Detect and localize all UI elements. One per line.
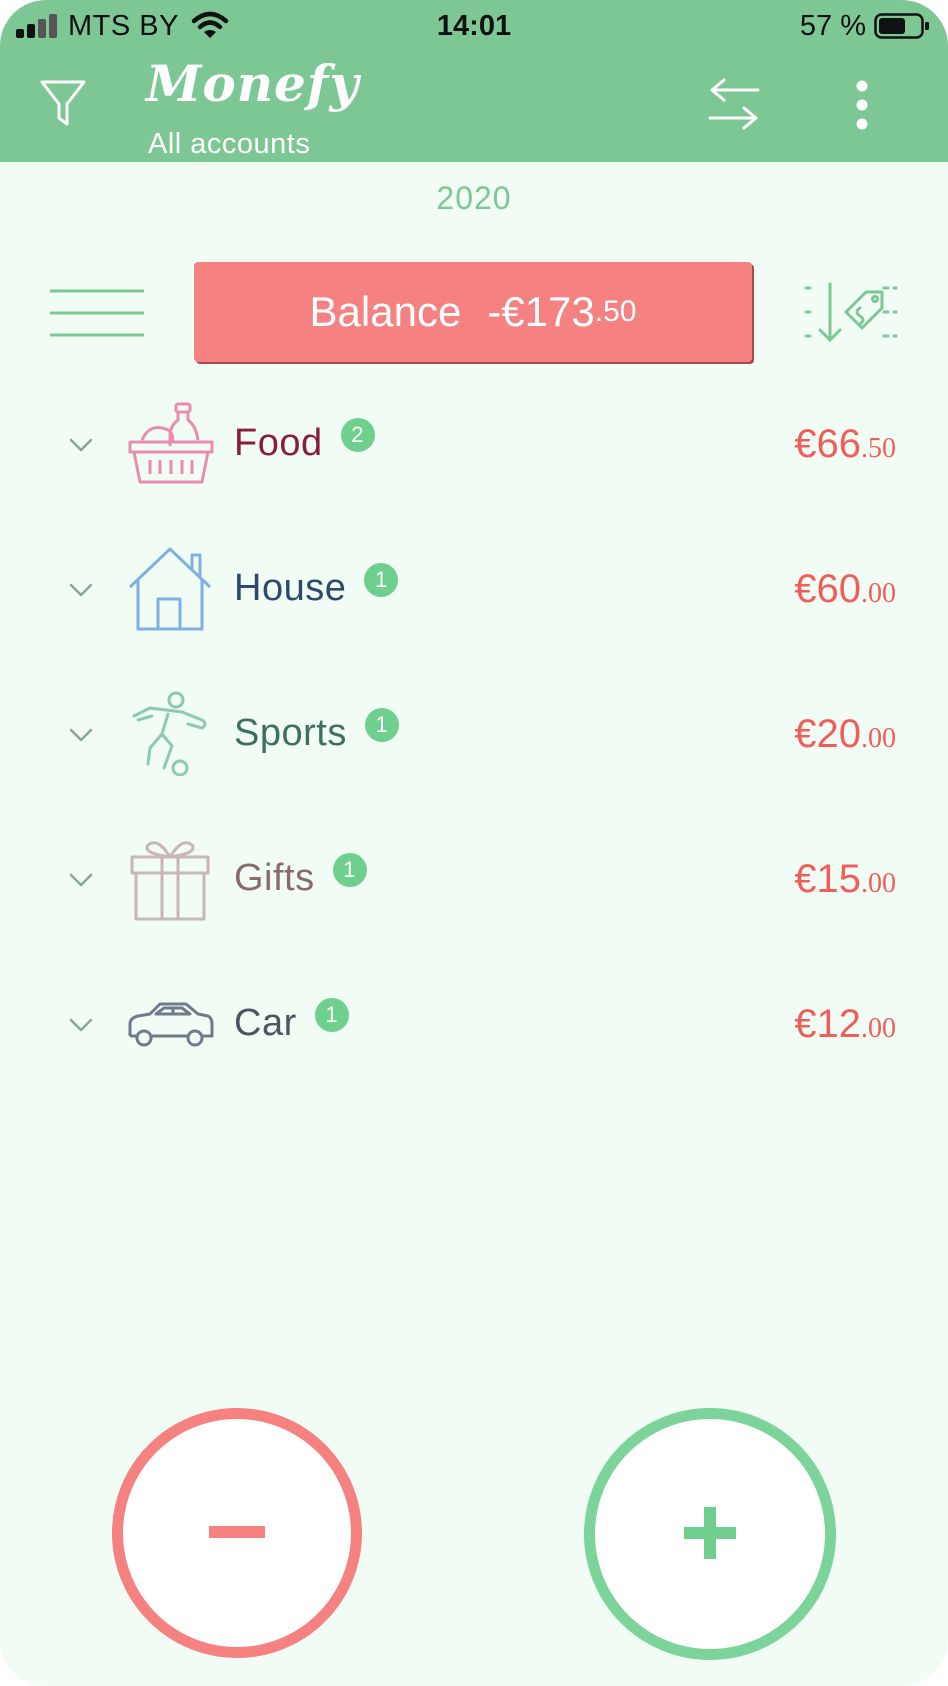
balance-button[interactable]: Balance -€173.50 <box>194 262 752 362</box>
category-amount: €66.50 <box>794 422 896 466</box>
period-label[interactable]: 2020 <box>0 180 948 217</box>
category-row-sports[interactable]: Sports 1 €20.00 <box>0 670 948 815</box>
header: MTS BY 14:01 57 % Monefy All accounts <box>0 0 948 162</box>
house-icon <box>128 547 212 631</box>
category-amount: €20.00 <box>794 712 896 756</box>
filter-icon[interactable] <box>38 76 88 132</box>
transaction-count-badge: 1 <box>332 853 367 887</box>
more-options-icon[interactable] <box>848 80 876 130</box>
transaction-count-badge: 1 <box>364 708 399 742</box>
category-list: Food 2 €66.50 House 1 €60.00 Sports 1 €2… <box>0 380 948 1105</box>
category-row-car[interactable]: Car 1 €12.00 <box>0 960 948 1105</box>
category-amount: €15.00 <box>794 857 896 901</box>
category-row-food[interactable]: Food 2 €66.50 <box>0 380 948 525</box>
gift-icon <box>130 841 210 921</box>
category-row-house[interactable]: House 1 €60.00 <box>0 525 948 670</box>
add-expense-button[interactable] <box>112 1408 362 1658</box>
basket-icon <box>128 402 214 484</box>
transaction-count-badge: 1 <box>364 563 399 597</box>
category-amount: €12.00 <box>794 1002 896 1046</box>
car-icon <box>128 1002 214 1047</box>
battery-icon <box>874 13 929 39</box>
balance-amount: -€173 <box>487 288 595 335</box>
status-bar: MTS BY 14:01 57 % <box>0 0 948 52</box>
balance-cents: .50 <box>594 295 637 328</box>
balance-label: Balance <box>309 288 462 335</box>
chevron-down-icon[interactable] <box>68 581 94 599</box>
sort-by-amount-icon[interactable] <box>802 282 898 344</box>
transaction-count-badge: 1 <box>314 998 349 1032</box>
transaction-count-badge: 2 <box>340 418 375 452</box>
category-name: House <box>234 567 347 609</box>
app-logo: Monefy <box>146 54 360 113</box>
category-amount: €60.00 <box>794 567 896 611</box>
category-name: Food <box>234 422 323 464</box>
category-name: Sports <box>234 712 347 754</box>
chevron-down-icon[interactable] <box>68 1016 94 1034</box>
transfer-icon[interactable] <box>706 76 762 132</box>
chevron-down-icon[interactable] <box>68 726 94 744</box>
category-name: Gifts <box>234 857 315 899</box>
minus-icon <box>209 1526 265 1538</box>
chevron-down-icon[interactable] <box>68 436 94 454</box>
battery-percentage: 57 % <box>799 10 866 42</box>
account-selector[interactable]: All accounts <box>148 128 310 161</box>
plus-icon <box>684 1507 736 1559</box>
chevron-down-icon[interactable] <box>68 871 94 889</box>
category-row-gifts[interactable]: Gifts 1 €15.00 <box>0 815 948 960</box>
app-screen: MTS BY 14:01 57 % Monefy All accounts 20… <box>0 0 948 1686</box>
menu-icon[interactable] <box>50 288 144 338</box>
add-income-button[interactable] <box>584 1408 836 1660</box>
category-name: Car <box>234 1002 297 1044</box>
soccer-player-icon <box>132 691 207 776</box>
app-bar: Monefy All accounts <box>0 52 948 162</box>
